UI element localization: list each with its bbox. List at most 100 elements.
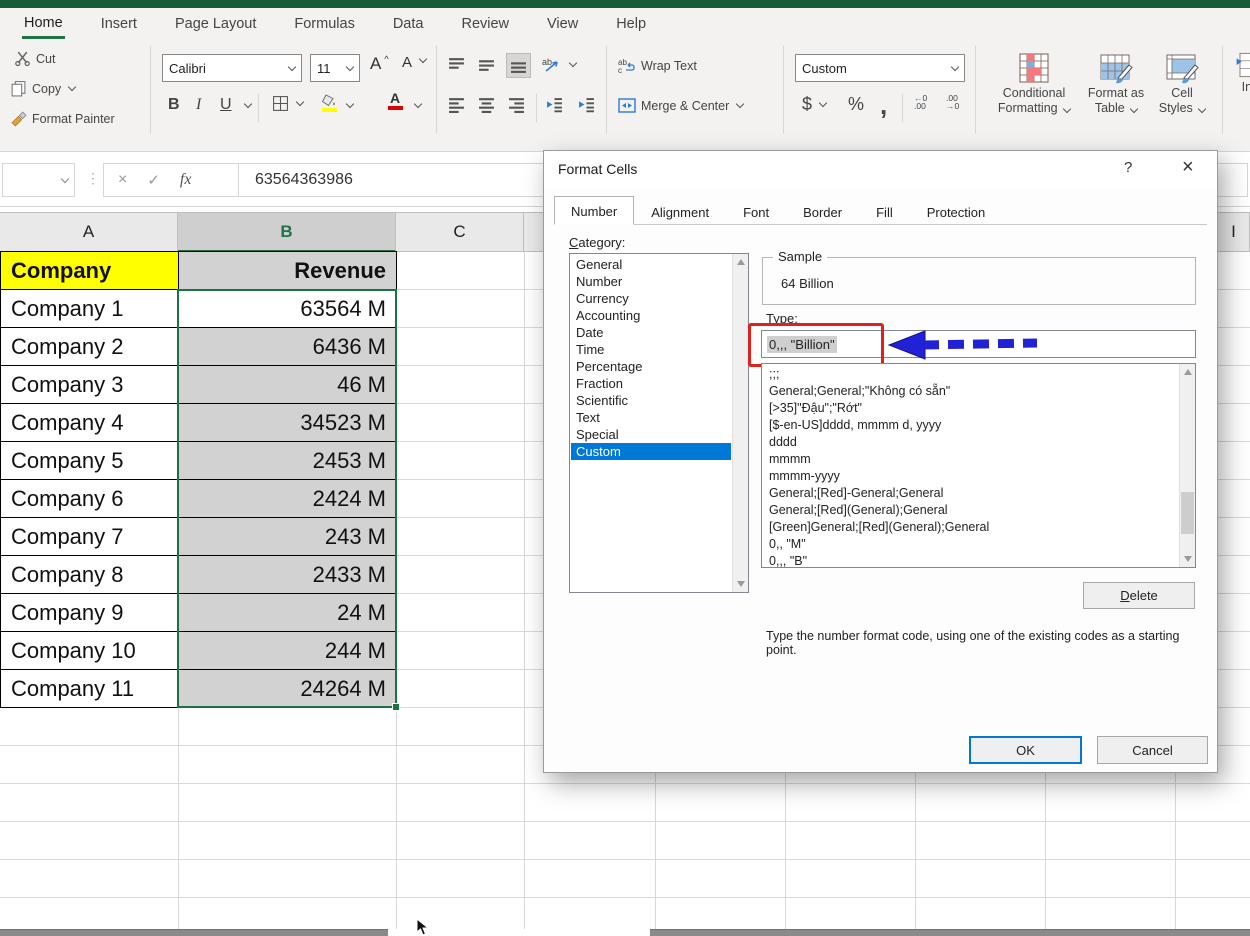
- revenue-header-cell[interactable]: Revenue: [179, 252, 397, 290]
- scroll-up-icon[interactable]: [1184, 369, 1192, 375]
- cell-a12[interactable]: Company 11: [1, 670, 179, 708]
- enter-entry-icon[interactable]: ✓: [147, 171, 160, 189]
- cell-a7[interactable]: Company 6: [1, 480, 179, 518]
- fx-icon[interactable]: fx: [180, 171, 192, 189]
- scroll-up-icon[interactable]: [737, 259, 745, 265]
- scroll-down-icon[interactable]: [1184, 556, 1192, 562]
- borders-button[interactable]: [272, 95, 303, 112]
- align-right-button[interactable]: [508, 96, 525, 113]
- dialog-tab-alignment[interactable]: Alignment: [634, 199, 726, 225]
- tab-view[interactable]: View: [545, 11, 580, 37]
- font-size-select[interactable]: 11: [310, 54, 360, 82]
- cell-b9[interactable]: 2433 M: [179, 556, 397, 594]
- format-code-item[interactable]: 0,,, "B": [764, 553, 1174, 568]
- tab-page-layout[interactable]: Page Layout: [173, 11, 258, 37]
- cell-b3[interactable]: 6436 M: [179, 328, 397, 366]
- dialog-close-icon[interactable]: ×: [1182, 156, 1194, 179]
- format-code-item[interactable]: 0,, "M": [764, 536, 1174, 553]
- category-item[interactable]: Scientific: [571, 392, 731, 409]
- top-align-button[interactable]: [448, 56, 465, 73]
- category-item[interactable]: Number: [571, 273, 731, 290]
- cell-b2-active[interactable]: 63564 M: [179, 290, 397, 328]
- scroll-down-icon[interactable]: [737, 581, 745, 587]
- cell-a6[interactable]: Company 5: [1, 442, 179, 480]
- format-code-item[interactable]: mmmm: [764, 451, 1174, 468]
- name-box[interactable]: [2, 163, 75, 197]
- cell-b8[interactable]: 243 M: [179, 518, 397, 556]
- delete-button[interactable]: Delete: [1083, 582, 1195, 609]
- underline-button[interactable]: U: [220, 96, 232, 114]
- fill-color-button[interactable]: [320, 94, 338, 112]
- column-header-c[interactable]: C: [396, 212, 524, 252]
- format-code-item[interactable]: ;;;: [764, 366, 1174, 383]
- cell-a11[interactable]: Company 10: [1, 632, 179, 670]
- middle-align-button[interactable]: [478, 56, 495, 73]
- cell-a8[interactable]: Company 7: [1, 518, 179, 556]
- category-item[interactable]: Currency: [571, 290, 731, 307]
- dialog-tab-fill[interactable]: Fill: [859, 199, 910, 225]
- format-as-table-button[interactable]: Format as Table: [1083, 50, 1149, 116]
- accounting-format-button[interactable]: $: [802, 94, 826, 115]
- ok-button[interactable]: OK: [969, 736, 1082, 764]
- company-header-cell[interactable]: Company: [1, 252, 179, 290]
- scrollbar-thumb[interactable]: [1181, 492, 1194, 534]
- tab-home[interactable]: Home: [22, 10, 65, 39]
- dialog-tab-protection[interactable]: Protection: [910, 199, 1003, 225]
- cell-a4[interactable]: Company 3: [1, 366, 179, 404]
- format-code-item[interactable]: dddd: [764, 434, 1174, 451]
- cell-a10[interactable]: Company 9: [1, 594, 179, 632]
- dialog-tab-number[interactable]: Number: [554, 196, 634, 225]
- category-item[interactable]: Special: [571, 426, 731, 443]
- decrease-font-size-button[interactable]: A: [402, 54, 426, 71]
- align-left-button[interactable]: [448, 96, 465, 113]
- dialog-tab-border[interactable]: Border: [786, 199, 859, 225]
- format-code-item[interactable]: [Green]General;[Red](General);General: [764, 519, 1174, 536]
- cell-b11[interactable]: 244 M: [179, 632, 397, 670]
- cell-a9[interactable]: Company 8: [1, 556, 179, 594]
- conditional-formatting-button[interactable]: Conditional Formatting: [990, 50, 1078, 116]
- format-code-item[interactable]: [$-en-US]dddd, mmmm d, yyyy: [764, 417, 1174, 434]
- category-item[interactable]: Text: [571, 409, 731, 426]
- format-code-item[interactable]: [>35]"Đậu";"Rớt": [764, 400, 1174, 417]
- cell-styles-button[interactable]: Cell Styles: [1152, 50, 1212, 116]
- decrease-decimal-button[interactable]: .00→0: [946, 94, 959, 110]
- cell-a5[interactable]: Company 4: [1, 404, 179, 442]
- wrap-text-button[interactable]: abc Wrap Text: [618, 58, 697, 74]
- bottom-align-button[interactable]: [506, 53, 531, 78]
- tab-insert[interactable]: Insert: [99, 11, 139, 37]
- cancel-entry-icon[interactable]: ×: [118, 171, 127, 189]
- cell-b12[interactable]: 24264 M: [179, 670, 397, 708]
- font-name-select[interactable]: Calibri: [162, 54, 302, 82]
- align-center-button[interactable]: [478, 96, 495, 113]
- format-code-item[interactable]: General;[Red]-General;General: [764, 485, 1174, 502]
- format-code-item[interactable]: General;[Red](General);General: [764, 502, 1174, 519]
- increase-indent-button[interactable]: [578, 96, 595, 113]
- tab-help[interactable]: Help: [614, 11, 648, 37]
- format-code-item[interactable]: General;General;"Không có sẵn": [764, 383, 1174, 400]
- dialog-tab-font[interactable]: Font: [726, 199, 786, 225]
- tab-review[interactable]: Review: [459, 11, 511, 37]
- category-listbox[interactable]: General Number Currency Accounting Date …: [569, 253, 749, 593]
- dialog-help-icon[interactable]: ?: [1124, 159, 1132, 176]
- cell-a2[interactable]: Company 1: [1, 290, 179, 328]
- cell-b4[interactable]: 46 M: [179, 366, 397, 404]
- category-item[interactable]: General: [571, 256, 731, 273]
- italic-button[interactable]: I: [196, 96, 201, 114]
- insert-cells-button[interactable]: Ins: [1230, 50, 1250, 95]
- tab-data[interactable]: Data: [391, 11, 426, 37]
- column-header-b[interactable]: B: [178, 212, 396, 252]
- underline-options-chevron-icon[interactable]: [244, 100, 252, 108]
- category-item[interactable]: Accounting: [571, 307, 731, 324]
- column-header-i[interactable]: I: [1218, 212, 1250, 252]
- dialog-title-bar[interactable]: Format Cells ? ×: [544, 151, 1217, 187]
- cancel-button[interactable]: Cancel: [1097, 736, 1208, 764]
- cell-b7[interactable]: 2424 M: [179, 480, 397, 518]
- format-painter-button[interactable]: Format Painter: [10, 110, 115, 127]
- bold-button[interactable]: B: [168, 96, 180, 114]
- number-format-select[interactable]: Custom: [795, 54, 965, 82]
- category-item[interactable]: Fraction: [571, 375, 731, 392]
- decrease-indent-button[interactable]: [546, 96, 563, 113]
- cut-button[interactable]: Cut: [14, 50, 55, 67]
- percent-style-button[interactable]: %: [848, 94, 864, 115]
- format-codes-scrollbar[interactable]: [1179, 364, 1195, 567]
